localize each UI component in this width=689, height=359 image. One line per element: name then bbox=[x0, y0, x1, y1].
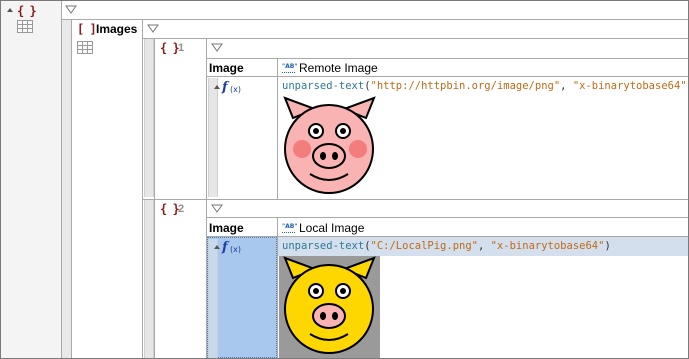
row-index: 1 bbox=[178, 42, 185, 54]
string-type-icon: "AB" bbox=[282, 63, 297, 73]
root-object-brace: { } bbox=[17, 4, 37, 18]
row-object-brace: { } bbox=[160, 41, 180, 55]
divider bbox=[61, 19, 688, 20]
divider bbox=[206, 58, 688, 59]
xpath-expression[interactable]: unparsed-text("C:/LocalPig.png", "x-bina… bbox=[282, 240, 611, 252]
filter-icon[interactable] bbox=[147, 24, 159, 34]
function-icon: f bbox=[222, 240, 228, 255]
collapse-arrow-icon[interactable] bbox=[214, 245, 220, 249]
grid-view-icon[interactable] bbox=[17, 20, 33, 33]
filter-icon[interactable] bbox=[65, 5, 77, 15]
collapse-arrow-icon[interactable] bbox=[214, 85, 220, 89]
images-array-brace: [ ] bbox=[77, 22, 97, 36]
remote-image-title: Remote Image bbox=[299, 61, 378, 75]
collapse-arrow-icon[interactable] bbox=[7, 8, 13, 12]
filter-icon[interactable] bbox=[211, 43, 223, 53]
function-icon-sub: (x) bbox=[230, 245, 241, 254]
encoding-argument: "x-binarytobase64" bbox=[490, 240, 605, 252]
filter-icon[interactable] bbox=[211, 204, 223, 214]
function-icon-sub: (x) bbox=[230, 85, 241, 94]
url-argument: "http://httpbin.org/image/png" bbox=[370, 80, 561, 92]
scrollbar[interactable] bbox=[144, 39, 154, 197]
pig-icon bbox=[283, 96, 376, 194]
pig-icon bbox=[283, 256, 376, 354]
divider bbox=[206, 76, 688, 77]
scrollbar[interactable] bbox=[208, 239, 218, 358]
divider bbox=[142, 199, 688, 200]
divider bbox=[71, 20, 72, 358]
divider bbox=[154, 39, 155, 199]
path-argument: "C:/LocalPig.png" bbox=[370, 240, 478, 252]
pink-pig-image bbox=[279, 96, 380, 198]
function-name: unparsed-text bbox=[282, 80, 365, 92]
scrollbar[interactable] bbox=[144, 200, 154, 358]
images-label: Images bbox=[96, 22, 138, 36]
yellow-pig-image bbox=[279, 256, 380, 358]
divider bbox=[277, 59, 278, 199]
scrollbar[interactable] bbox=[208, 78, 218, 197]
divider bbox=[206, 217, 688, 218]
function-name: unparsed-text bbox=[282, 240, 365, 252]
json-grid-view: { } [ ] Images { } 1 Image "AB" Remote I… bbox=[0, 0, 689, 359]
function-icon: f bbox=[222, 80, 228, 95]
row-object-brace: { } bbox=[160, 202, 180, 216]
column-header[interactable]: Image bbox=[209, 61, 244, 75]
string-type-icon: "AB" bbox=[282, 223, 297, 233]
row-index: 2 bbox=[178, 203, 185, 215]
xpath-expression[interactable]: unparsed-text("http://httpbin.org/image/… bbox=[282, 80, 688, 92]
scrollbar[interactable] bbox=[62, 20, 71, 358]
column-header[interactable]: Image bbox=[209, 221, 244, 235]
divider bbox=[206, 39, 207, 199]
encoding-argument: "x-binarytobase64" bbox=[572, 80, 687, 92]
divider bbox=[142, 38, 688, 39]
divider bbox=[142, 20, 143, 358]
local-image-title: Local Image bbox=[299, 221, 365, 235]
root-column bbox=[1, 1, 61, 358]
grid-view-icon[interactable] bbox=[77, 41, 93, 54]
divider bbox=[154, 200, 155, 358]
